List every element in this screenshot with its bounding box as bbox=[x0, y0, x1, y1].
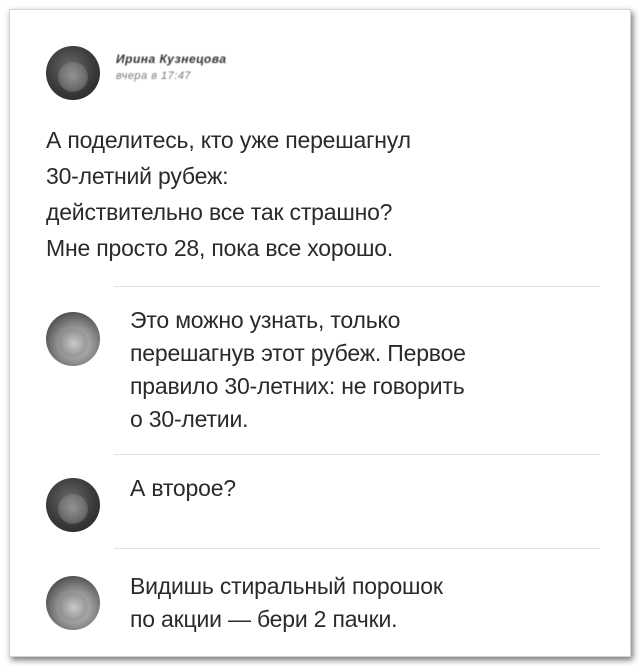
comment-avatar[interactable] bbox=[46, 576, 100, 630]
comment-avatar[interactable] bbox=[46, 478, 100, 532]
divider bbox=[114, 286, 600, 287]
comment-text: А второе? bbox=[130, 475, 236, 501]
comment-text: Это можно узнать, только перешагнув этот… bbox=[130, 307, 466, 432]
comment-item: Это можно узнать, только перешагнув этот… bbox=[46, 304, 616, 454]
post-author-name[interactable]: Ирина Кузнецова bbox=[116, 52, 227, 66]
post-text: А поделитесь, кто уже перешагнул 30-летн… bbox=[46, 127, 411, 261]
screenshot-frame: Ирина Кузнецова вчера в 17:47 А поделите… bbox=[9, 9, 631, 657]
comment-text: Видишь стиральный порошок по акции — бер… bbox=[130, 573, 443, 632]
comment-avatar[interactable] bbox=[46, 312, 100, 366]
post-header: Ирина Кузнецова вчера в 17:47 bbox=[46, 38, 606, 108]
post-author-avatar[interactable] bbox=[46, 46, 100, 100]
divider bbox=[114, 548, 600, 549]
post-timestamp: вчера в 17:47 bbox=[116, 70, 192, 82]
divider bbox=[114, 454, 600, 455]
comment-item: Видишь стиральный порошок по акции — бер… bbox=[46, 570, 616, 640]
comment-item: А второе? bbox=[46, 472, 616, 532]
